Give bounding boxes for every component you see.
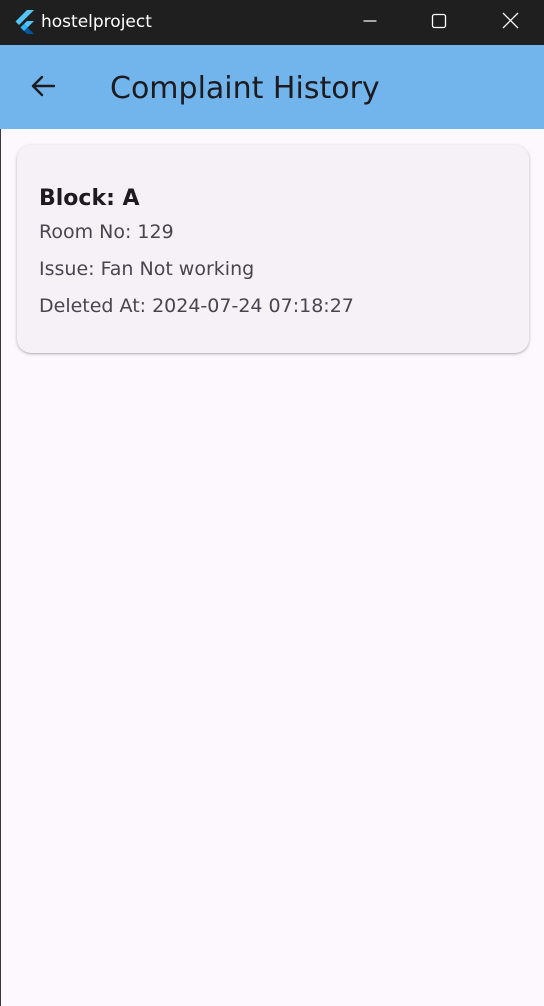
complaint-room: Room No: 129 [39, 221, 174, 243]
minimize-button[interactable] [334, 0, 406, 45]
arrow-left-icon [30, 74, 56, 102]
window-titlebar: hostelproject [0, 0, 544, 45]
app-bar: Complaint History [0, 45, 544, 129]
close-icon [502, 12, 519, 33]
page-title: Complaint History [110, 71, 380, 106]
back-button[interactable] [20, 65, 66, 111]
complaint-issue: Issue: Fan Not working [39, 258, 255, 280]
complaint-deleted-at: Deleted At: 2024-07-24 07:18:27 [39, 295, 354, 317]
complaint-card: Block: A Room No: 129 Issue: Fan Not wor… [17, 145, 529, 353]
flutter-logo-icon [14, 10, 36, 34]
maximize-button[interactable] [403, 0, 475, 45]
window-title: hostelproject [41, 12, 152, 32]
complaint-block: Block: A [39, 186, 140, 211]
maximize-icon [431, 13, 447, 33]
close-button[interactable] [474, 0, 544, 45]
minimize-icon [362, 13, 378, 33]
window-border [0, 129, 1, 1006]
